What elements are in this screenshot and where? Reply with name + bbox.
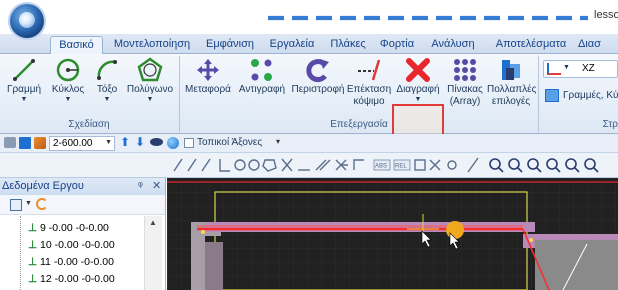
chevron-down-icon: ▼ [20, 96, 28, 103]
panel-toolbar: ▼ [0, 195, 165, 215]
line-icon [13, 59, 35, 81]
svg-text:REL: REL [395, 164, 407, 170]
scroll-up-icon[interactable]: ▲ [149, 218, 157, 227]
group-label-drawing: Σχεδίαση [68, 119, 110, 130]
group-separator [538, 56, 539, 132]
chevron-down-icon: ▼ [146, 96, 154, 103]
tab-view[interactable]: Εμφάνιση [200, 36, 260, 54]
arc-button[interactable]: Τόξο ▼ [90, 56, 124, 116]
ribbon-tabs: Βασικό Μοντελοποίηση Εμφάνιση Εργαλεία Π… [0, 34, 618, 54]
chevron-down-icon[interactable]: ▾ [276, 137, 280, 146]
canvas-drawing [167, 178, 618, 290]
ribbon: Γραμμή ▼ Κύκλος ▼ Τόξο ▼ Πολύγωνο ▼ Σχεδ… [0, 54, 618, 166]
node-icon: ⊥ [28, 239, 38, 251]
project-data-panel: Δεδομένα Εργου ᵠ ✕ ▼ ⊥ 9 -0.00 -0-0.00 ⊥ 1… [0, 178, 166, 290]
multi-select-button[interactable]: Πολλαπλές επιλογές [487, 56, 536, 116]
chevron-down-icon: ▼ [105, 139, 112, 146]
delete-x-icon [406, 58, 430, 82]
local-axes-checkbox[interactable] [184, 138, 194, 148]
tree-scrollbar[interactable]: ▲ [144, 216, 162, 290]
quick-access-toolbar: 2-600.00 ▼ ⬆ ⬇ Τοπικοί Άξονες ▾ [0, 134, 618, 153]
save-icon[interactable] [19, 137, 31, 149]
move-button[interactable]: Μεταφορά [182, 56, 234, 116]
title-decoration [268, 15, 588, 21]
snap-toolbar: ABS REL [0, 153, 618, 178]
level-up-icon[interactable]: ⬆ [120, 135, 130, 149]
copy-icon [251, 59, 272, 81]
arc-icon [97, 60, 117, 80]
delete-button[interactable]: Διαγραφή ▼ [393, 56, 443, 116]
tab-tools[interactable]: Εργαλεία [264, 36, 320, 54]
panel-header: Δεδομένα Εργου ᵠ ✕ [0, 178, 165, 195]
tab-more[interactable]: Διασ [578, 36, 618, 54]
group-label-right: Στρ [602, 119, 618, 130]
filter-icon [545, 89, 559, 102]
tab-basic[interactable]: Βασικό [50, 36, 103, 54]
rotate-icon [306, 59, 329, 82]
level-down-icon[interactable]: ⬇ [135, 135, 145, 149]
globe-icon[interactable] [167, 137, 179, 149]
refresh-icon[interactable] [36, 198, 48, 210]
node-icon: ⊥ [28, 273, 38, 285]
move-icon [197, 59, 219, 81]
tree-node[interactable]: ⊥ 11 -0.00 -0-0.00 [28, 255, 114, 270]
node-icon: ⊥ [28, 222, 38, 234]
polygon-icon [137, 57, 163, 82]
rotate-button[interactable]: Περιστροφή [290, 56, 346, 116]
tab-results[interactable]: Αποτελέσματα [488, 36, 574, 54]
local-axes-label: Τοπικοί Άξονες [197, 137, 263, 148]
multi-select-icon [502, 60, 520, 80]
layers-icon[interactable] [34, 137, 46, 149]
group-label-editing: Επεξεργασία [330, 119, 388, 130]
view-plane-selector[interactable]: ▼ XZ [543, 60, 618, 78]
level-select[interactable]: 2-600.00 ▼ [49, 136, 115, 151]
panel-title: Δεδομένα Εργου [2, 180, 84, 192]
chevron-down-icon[interactable]: ▼ [25, 200, 32, 207]
tab-slabs[interactable]: Πλάκες [326, 36, 370, 54]
pin-icon[interactable]: ᵠ [138, 178, 143, 195]
circle-icon [56, 58, 80, 82]
line-button[interactable]: Γραμμή ▼ [2, 56, 46, 116]
tree-node[interactable]: ⊥ 9 -0.00 -0-0.00 [28, 221, 109, 236]
tree-node[interactable]: ⊥ 10 -0.00 -0-0.00 [28, 238, 115, 253]
lines-filter-button[interactable]: Γραμμές, Κύ [543, 87, 618, 105]
copy-button[interactable]: Αντιγραφή [234, 56, 290, 116]
snap-tools-icons[interactable]: ABS REL [168, 154, 618, 176]
application-menu-button[interactable] [10, 4, 44, 38]
array-button[interactable]: Πίνακας (Array) [443, 56, 487, 116]
extend-trim-button[interactable]: Επέκταση κόψιμο [346, 56, 392, 116]
tab-modeling[interactable]: Μοντελοποίηση [108, 36, 196, 54]
chevron-down-icon: ▼ [563, 64, 570, 71]
tree-node[interactable]: ⊥ 12 -0.00 -0-0.00 [28, 272, 115, 287]
chevron-down-icon: ▼ [414, 96, 422, 103]
svg-text:ABS: ABS [375, 164, 387, 170]
drawing-canvas[interactable] [167, 178, 618, 290]
eye-icon[interactable] [150, 138, 163, 146]
title-bar: lesso [0, 0, 618, 34]
node-icon: ⊥ [28, 256, 38, 268]
tree-filter-icon[interactable] [10, 199, 22, 211]
chevron-down-icon: ▼ [103, 96, 111, 103]
close-icon[interactable]: ✕ [152, 178, 161, 195]
extend-icon [358, 59, 381, 81]
circle-button[interactable]: Κύκλος ▼ [48, 56, 88, 116]
tab-loads[interactable]: Φορτία [374, 36, 420, 54]
chevron-down-icon: ▼ [64, 96, 72, 103]
tab-analysis[interactable]: Ανάλυση [424, 36, 482, 54]
window-title: lesso [594, 9, 618, 21]
tree-guide-line [20, 216, 21, 290]
axis-icon [547, 63, 561, 75]
array-grid-icon [454, 59, 476, 81]
print-icon[interactable] [4, 137, 16, 148]
polygon-button[interactable]: Πολύγωνο ▼ [125, 56, 175, 116]
app-window: lesso Βασικό Μοντελοποίηση Εμφάνιση Εργα… [0, 0, 618, 290]
